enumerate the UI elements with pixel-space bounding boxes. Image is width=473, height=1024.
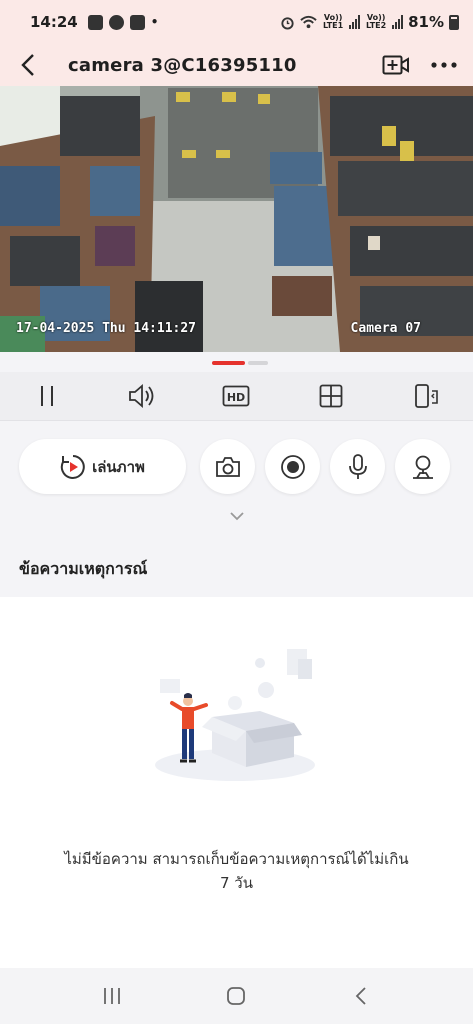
status-bar: 14:24 • Vo)) LTE1 Vo)) LTE2 81% — [0, 0, 473, 44]
snapshot-icon — [215, 456, 240, 477]
system-nav-bar — [0, 968, 473, 1024]
back-arrow-icon[interactable] — [14, 51, 42, 79]
ptz-icon — [412, 455, 433, 479]
playback-label: เล่นภาพ — [92, 457, 145, 476]
facebook-icon — [108, 14, 124, 30]
empty-state-message: ไม่มีข้อความ สามารถเก็บข้อความเหตุการณ์ไ… — [30, 847, 443, 895]
hd-label: HD — [227, 391, 245, 404]
chevron-down-icon[interactable] — [228, 509, 246, 523]
sigma-app-icon — [129, 14, 145, 30]
grid-layout-icon[interactable] — [311, 376, 351, 416]
record-button[interactable] — [265, 439, 320, 494]
app-header: camera 3@C16395110 — [0, 44, 473, 86]
camera-channel-label: Camera 07 — [350, 321, 421, 336]
empty-state-illustration — [155, 649, 315, 781]
microphone-button[interactable] — [330, 439, 385, 494]
record-icon — [280, 454, 305, 479]
home-icon[interactable] — [216, 976, 256, 1016]
battery-icon — [449, 14, 459, 30]
empty-message-line1: ไม่มีข้อความ สามารถเก็บข้อความเหตุการณ์ไ… — [64, 850, 409, 868]
playback-button[interactable]: เล่นภาพ — [19, 439, 186, 494]
pause-icon[interactable] — [27, 376, 67, 416]
hd-icon[interactable]: HD — [216, 376, 256, 416]
playback-controls: HD — [0, 372, 473, 421]
page-title: camera 3@C16395110 — [68, 54, 297, 76]
video-timestamp: 17-04-2025 Thu 14:11:27 — [16, 321, 197, 336]
snapshot-button[interactable] — [200, 439, 255, 494]
page-indicator-active — [212, 361, 245, 365]
page-indicator — [248, 361, 268, 365]
more-options-icon[interactable] — [429, 50, 459, 80]
status-time: 14:24 — [30, 13, 78, 31]
actions-panel: เล่นภาพ ข้อความเหตุการณ์ — [0, 421, 473, 597]
alarm-icon — [281, 16, 294, 30]
wifi-icon — [300, 15, 317, 29]
events-section-title: ข้อความเหตุการณ์ — [19, 559, 148, 578]
recent-apps-icon[interactable] — [92, 976, 132, 1016]
camera-scene — [0, 86, 473, 352]
signal-icon-2 — [392, 15, 404, 29]
signal-icon — [349, 15, 361, 29]
empty-message-line2: 7 วัน — [220, 874, 253, 892]
battery-percent: 81% — [408, 13, 444, 31]
view-pager — [0, 352, 473, 372]
playback-icon — [60, 454, 85, 479]
add-camera-icon[interactable] — [381, 50, 411, 80]
sim2-label: Vo)) LTE2 — [365, 13, 387, 30]
back-icon[interactable] — [341, 976, 381, 1016]
ptz-button[interactable] — [395, 439, 450, 494]
gallery-icon — [87, 14, 103, 30]
sim1-label: Vo)) LTE1 — [322, 13, 344, 30]
events-list: ไม่มีข้อความ สามารถเก็บข้อความเหตุการณ์ไ… — [0, 597, 473, 968]
rotate-screen-icon[interactable] — [406, 376, 446, 416]
dot-icon: • — [150, 15, 159, 29]
volume-icon[interactable] — [122, 376, 162, 416]
microphone-icon — [348, 453, 367, 479]
camera-live-view[interactable]: 17-04-2025 Thu 14:11:27 Camera 07 — [0, 86, 473, 352]
